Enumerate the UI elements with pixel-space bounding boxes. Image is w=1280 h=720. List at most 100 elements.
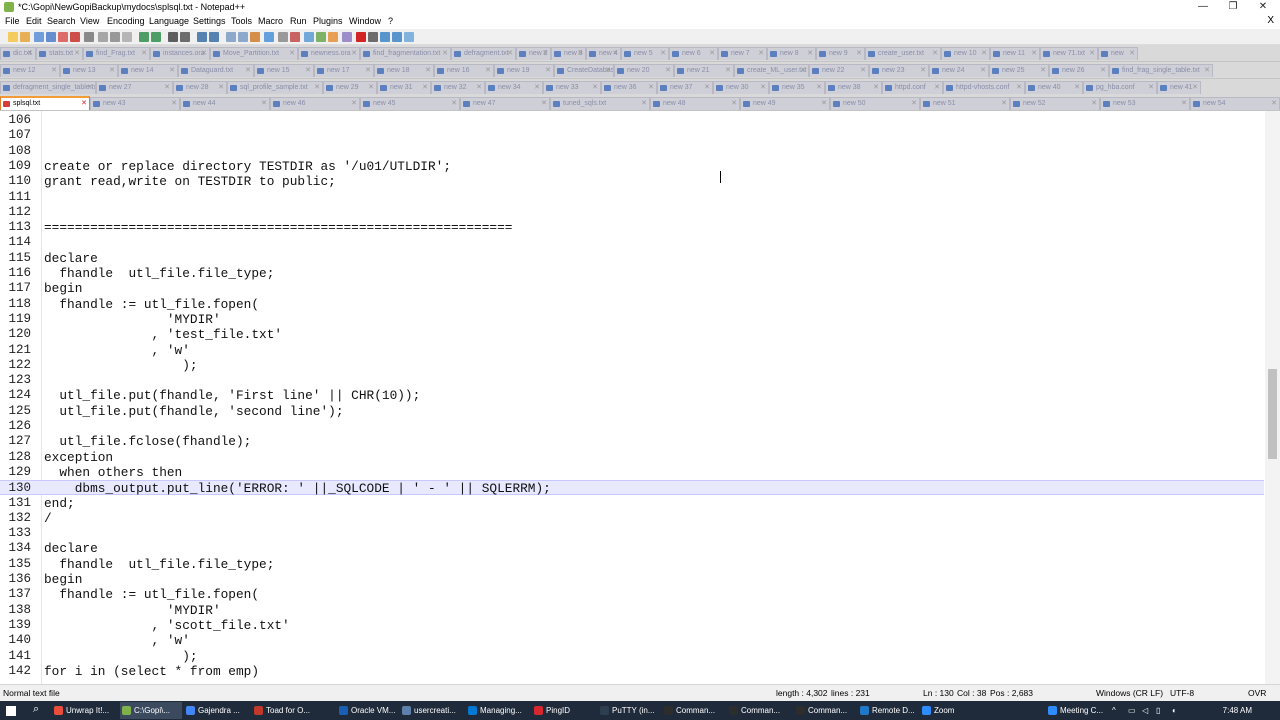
menu-settings[interactable]: Settings (193, 16, 226, 27)
tab-close-icon[interactable]: ✕ (577, 48, 583, 60)
tab-new-12[interactable]: new 12 ✕ (0, 64, 60, 77)
taskbar-app-remote-d[interactable]: Remote D... (858, 702, 918, 719)
tab-sql-profile-sample-txt[interactable]: sql_profile_sample.txt ✕ (227, 81, 323, 94)
code-line[interactable]: 107 (0, 128, 1264, 143)
volume-icon[interactable]: ◁ (1142, 706, 1151, 715)
line-text[interactable]: , 'scott_file.txt' (44, 618, 290, 633)
tab-splsql-txt[interactable]: splsql.txt ✕ (0, 96, 90, 110)
line-text[interactable]: ); (44, 358, 197, 373)
taskbar-app-pingid[interactable]: PingID (532, 702, 594, 719)
menu-plugins[interactable]: Plugins (313, 16, 343, 27)
tab-new-13[interactable]: new 13 ✕ (60, 64, 118, 77)
tab-close-icon[interactable]: ✕ (81, 98, 87, 110)
taskbar-app-gajendra[interactable]: Gajendra ... (184, 702, 250, 719)
network-icon[interactable]: ▭ (1128, 706, 1137, 715)
tab-new-34[interactable]: new 34 ✕ (485, 81, 543, 94)
tab-close-icon[interactable]: ✕ (660, 48, 666, 60)
tab-newness-ora[interactable]: newness.ora ✕ (298, 47, 360, 60)
tab-new-37[interactable]: new 37 ✕ (657, 81, 713, 94)
tab-close-icon[interactable]: ✕ (807, 48, 813, 60)
record-macro-icon[interactable] (356, 32, 366, 42)
tab-new-29[interactable]: new 29 ✕ (323, 81, 377, 94)
tab-close-icon[interactable]: ✕ (201, 48, 207, 60)
code-line[interactable]: 111 (0, 190, 1264, 205)
tab-new[interactable]: new ✕ (1098, 47, 1138, 60)
tab-new-52[interactable]: new 52 ✕ (1010, 97, 1100, 110)
replace-icon[interactable] (180, 32, 190, 42)
taskbar-app-zoom[interactable]: Zoom (920, 702, 1018, 719)
run-macro-icon[interactable] (392, 32, 402, 42)
taskbar-app-oracle-vm[interactable]: Oracle VM... (337, 702, 397, 719)
tab-close-icon[interactable]: ✕ (314, 82, 320, 94)
tab-close-icon[interactable]: ✕ (1148, 82, 1154, 94)
tab-close-icon[interactable]: ✕ (485, 65, 491, 77)
tab-close-icon[interactable]: ✕ (1089, 48, 1095, 60)
tab-new-49[interactable]: new 49 ✕ (740, 97, 830, 110)
code-line[interactable]: 123 (0, 373, 1264, 388)
line-text[interactable]: declare (44, 541, 98, 556)
sync-v-icon[interactable] (226, 32, 236, 42)
tab-close-icon[interactable]: ✕ (541, 98, 547, 110)
tab-close-icon[interactable]: ✕ (261, 98, 267, 110)
line-text[interactable]: , 'w' (44, 343, 190, 358)
tab-new-35[interactable]: new 35 ✕ (769, 81, 825, 94)
tab-new-48[interactable]: new 48 ✕ (650, 97, 740, 110)
tab-close-icon[interactable]: ✕ (758, 48, 764, 60)
code-line[interactable]: 130 dbms_output.put_line('ERROR: ' ||_SQ… (0, 480, 1264, 496)
code-line[interactable]: 112 (0, 205, 1264, 220)
tab-close-icon[interactable]: ✕ (218, 82, 224, 94)
code-line[interactable]: 116 fhandle utl_file.file_type; (0, 266, 1264, 281)
tab-new-46[interactable]: new 46 ✕ (270, 97, 360, 110)
code-line[interactable]: 127 utl_file.fclose(fhandle); (0, 434, 1264, 449)
doc-map-icon[interactable] (304, 32, 314, 42)
undo-icon[interactable] (139, 32, 149, 42)
line-text[interactable]: create or replace directory TESTDIR as '… (44, 159, 451, 174)
tab-close-icon[interactable]: ✕ (873, 82, 879, 94)
menu-macro[interactable]: Macro (258, 16, 283, 27)
code-line[interactable]: 118 fhandle := utl_file.fopen( (0, 297, 1264, 312)
line-text[interactable]: fhandle := utl_file.fopen( (44, 587, 259, 602)
tab-new-71-txt[interactable]: new 71.txt ✕ (1040, 47, 1098, 60)
code-line[interactable]: 131 end; (0, 496, 1264, 511)
line-text[interactable]: 'MYDIR' (44, 603, 221, 618)
tab-instances-ora[interactable]: instances.ora ✕ (150, 47, 210, 60)
tab-tuned-sqls-txt[interactable]: tuned_sqls.txt ✕ (550, 97, 650, 110)
line-text[interactable]: fhandle utl_file.file_type; (44, 557, 274, 572)
tab-new-41[interactable]: new 41 ✕ (1157, 81, 1201, 94)
close-document-x[interactable]: X (1267, 15, 1274, 26)
restore-button[interactable]: ❐ (1218, 0, 1248, 14)
tab-close-icon[interactable]: ✕ (1271, 98, 1277, 110)
save-all-icon[interactable] (46, 32, 56, 42)
code-line[interactable]: 138 'MYDIR' (0, 603, 1264, 618)
taskbar-app-toad-for-o[interactable]: Toad for O... (252, 702, 334, 719)
code-line[interactable]: 128 exception (0, 450, 1264, 465)
code-line[interactable]: 139 , 'scott_file.txt' (0, 618, 1264, 633)
menu-file[interactable]: File (5, 16, 20, 27)
line-text[interactable]: declare (44, 251, 98, 266)
menu-view[interactable]: View (80, 16, 99, 27)
tab-close-icon[interactable]: ✕ (534, 82, 540, 94)
line-text[interactable]: utl_file.fclose(fhandle); (44, 434, 251, 449)
tab-new-23[interactable]: new 23 ✕ (869, 64, 929, 77)
line-text[interactable]: 'MYDIR' (44, 312, 221, 327)
tab-new-43[interactable]: new 43 ✕ (90, 97, 180, 110)
tab-new-53[interactable]: new 53 ✕ (1100, 97, 1190, 110)
code-line[interactable]: 126 (0, 419, 1264, 434)
code-line[interactable]: 106 (0, 113, 1264, 128)
tab-close-icon[interactable]: ✕ (731, 98, 737, 110)
new-file-icon[interactable] (8, 32, 18, 42)
find-icon[interactable] (168, 32, 178, 42)
tab-close-icon[interactable]: ✕ (592, 82, 598, 94)
show-all-icon[interactable] (264, 32, 274, 42)
status-mode[interactable]: OVR (1248, 685, 1266, 701)
tab-close-icon[interactable]: ✕ (1192, 82, 1198, 94)
tab-new-32[interactable]: new 32 ✕ (431, 81, 485, 94)
code-line[interactable]: 121 , 'w' (0, 343, 1264, 358)
scrollbar-thumb[interactable] (1268, 369, 1277, 459)
tab-close-icon[interactable]: ✕ (980, 65, 986, 77)
taskbar-clock[interactable]: 7:48 AM (1223, 701, 1252, 720)
menu-window[interactable]: Window (349, 16, 381, 27)
line-text[interactable]: / (44, 511, 52, 526)
taskbar-app-comman[interactable]: Comman... (794, 702, 856, 719)
tab-close-icon[interactable]: ✕ (1074, 82, 1080, 94)
